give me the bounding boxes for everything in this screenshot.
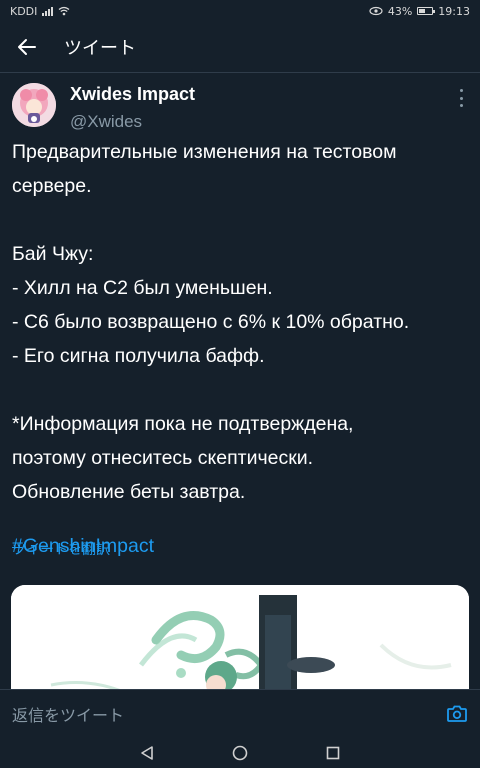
camera-icon	[447, 705, 467, 722]
tweet-line: - С6 было возвращено с 6% к 10% обратно.	[12, 311, 410, 333]
author-handle[interactable]: @Xwides	[70, 112, 142, 132]
square-recents-icon	[327, 746, 340, 759]
tweet-line: Предварительные изменения на тестовом	[12, 141, 397, 163]
tweet: Xwides Impact @Xwides Предварительные из…	[0, 73, 480, 558]
tweet-line: поэтому отнеситесь скептически.	[12, 447, 314, 469]
tweet-line: *Информация пока не подтверждена,	[12, 413, 354, 435]
status-left: KDDI	[10, 5, 70, 18]
camera-button[interactable]	[446, 703, 468, 725]
eye-comfort-icon	[369, 6, 383, 16]
status-bar: KDDI 43% 19:13	[0, 0, 480, 22]
battery-icon	[417, 7, 436, 15]
reply-bar: 返信をツイート	[0, 689, 480, 737]
more-options-icon[interactable]	[454, 89, 468, 107]
screen: KDDI 43% 19:13 ツイート Xwides Impact @Xwide…	[0, 0, 480, 768]
battery-percent: 43%	[387, 4, 413, 18]
circle-home-icon	[232, 745, 248, 760]
page-title: ツイート	[64, 38, 136, 59]
tweet-line: - Его сигна получила бафф.	[12, 345, 265, 367]
nav-home-button[interactable]	[225, 738, 255, 768]
nav-back-button[interactable]	[132, 738, 162, 768]
signal-icon	[42, 6, 54, 16]
nav-recents-button[interactable]	[318, 738, 348, 768]
avatar-image	[12, 83, 56, 127]
back-button[interactable]	[0, 22, 54, 72]
arrow-left-icon	[18, 39, 36, 55]
translate-tweet-link[interactable]: ツイートを翻訳	[12, 539, 110, 559]
author-name[interactable]: Xwides Impact	[70, 84, 195, 105]
tweet-line: - Хилл на С2 был уменьшен.	[12, 277, 273, 299]
header: ツイート	[0, 22, 480, 73]
tweet-line: Обновление беты завтра.	[12, 481, 246, 503]
tweet-line: сервере.	[12, 175, 92, 197]
tweet-line: Бай Чжу:	[12, 243, 94, 265]
clock: 19:13	[438, 4, 470, 18]
reply-input[interactable]: 返信をツイート	[12, 702, 124, 726]
system-nav-bar	[0, 737, 480, 768]
status-right: 43% 19:13	[369, 5, 470, 18]
triangle-back-icon	[140, 745, 153, 760]
wifi-icon	[59, 6, 70, 16]
carrier-label: KDDI	[10, 4, 38, 18]
author-row: Xwides Impact @Xwides	[0, 73, 480, 135]
avatar[interactable]	[12, 83, 56, 127]
tweet-text: Предварительные изменения на тестовом се…	[12, 135, 468, 563]
